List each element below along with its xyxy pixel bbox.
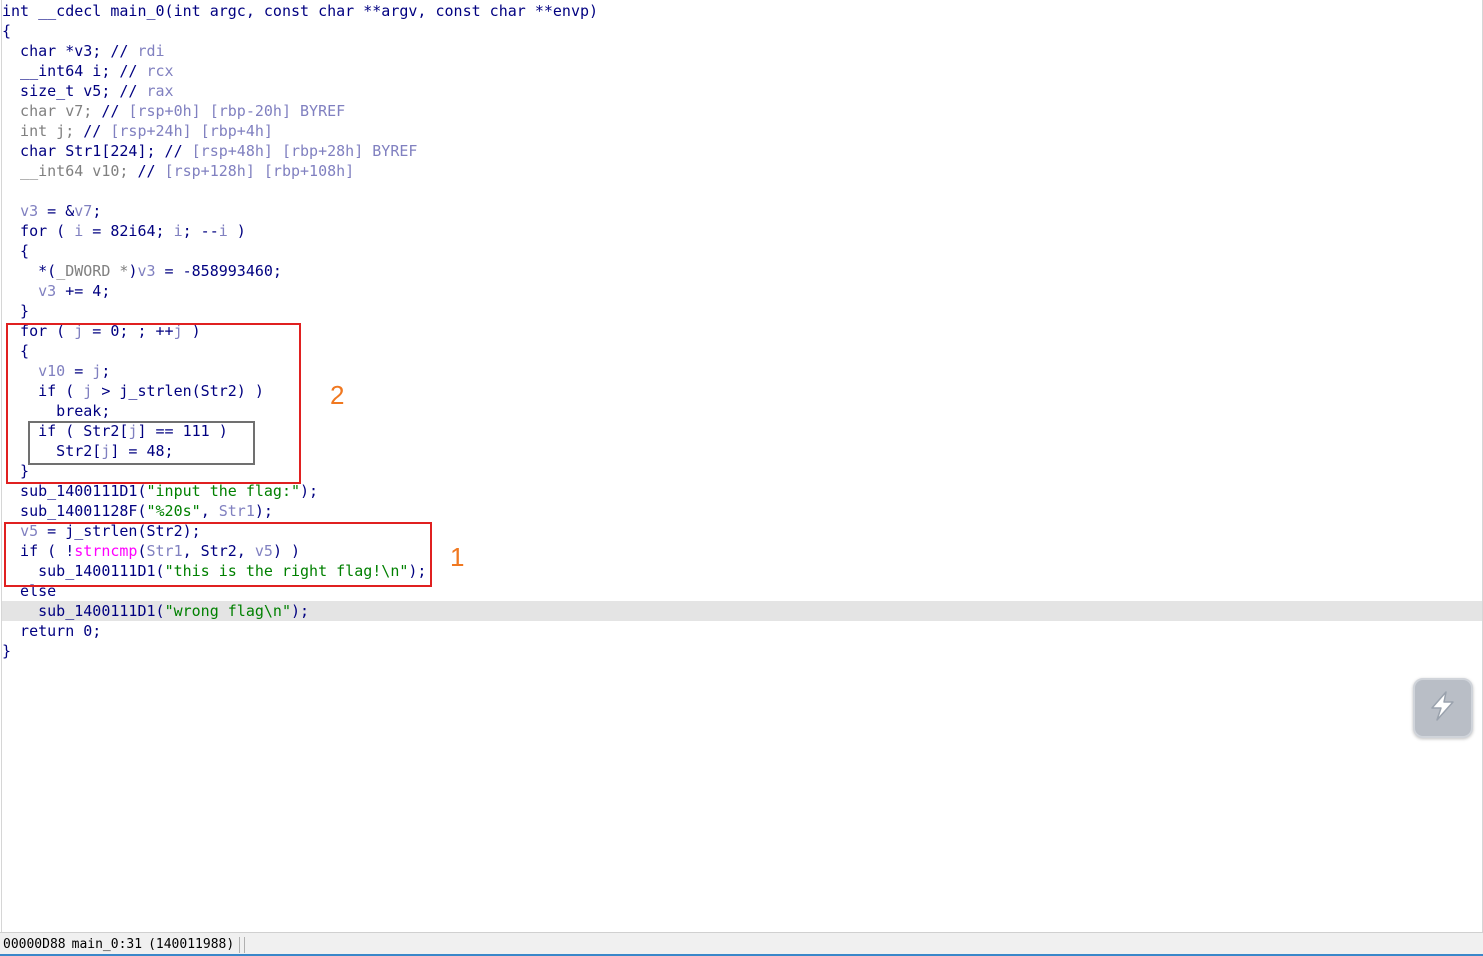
annotation-box-inner [28,421,255,465]
code-token: Str1 [218,502,255,520]
code-token: size_t v5; // [2,82,147,100]
code-token: int j; [2,122,84,140]
lightning-bolt-icon [1426,689,1460,727]
code-line[interactable]: size_t v5; // rax [2,81,1482,101]
code-line[interactable]: for ( i = 82i64; i; --i ) [2,221,1482,241]
code-token: sub_1400111D1( [2,482,147,500]
code-token: rax [146,82,174,100]
code-token: = & [38,202,75,220]
status-bar: 00000D88 main_0:31 (140011988) [0,932,1483,956]
code-token: *( [2,262,57,280]
code-token: for ( [2,222,75,240]
code-token: _DWORD * [56,262,129,280]
code-token: sub_1400111D1( [2,602,165,620]
floating-action-button[interactable] [1413,678,1473,738]
code-token: , [200,502,219,520]
code-line[interactable]: { [2,21,1482,41]
code-token: __int64 v10; [2,162,138,180]
code-token: v3 [20,202,39,220]
annotation-box-1 [4,522,432,587]
code-token: v3 [38,282,57,300]
code-token: "%20s" [146,502,201,520]
annotation-label-1: 1 [450,542,465,572]
code-token: v7 [74,202,93,220]
code-line[interactable]: __int64 i; // rcx [2,61,1482,81]
code-token: // [101,102,129,120]
code-line[interactable]: sub_1400111D1("input the flag:"); [2,481,1482,501]
annotation-label-2: 2 [330,380,345,410]
code-token: return 0; [2,622,102,640]
code-line[interactable]: int j; // [rsp+24h] [rbp+4h] [2,121,1482,141]
code-token: int __cdecl main_0(int argc, const char … [2,2,599,20]
code-token: sub_14001128F( [2,502,147,520]
code-token: // [137,162,165,180]
code-line[interactable]: char v7; // [rsp+0h] [rbp-20h] BYREF [2,101,1482,121]
code-token: __int64 i; // [2,62,147,80]
code-token: = -858993460; [155,262,282,280]
code-token: i [74,222,84,240]
code-line[interactable]: sub_14001128F("%20s", Str1); [2,501,1482,521]
code-token: "input the flag:" [146,482,301,500]
status-ea: (140011988) [148,936,235,952]
code-line[interactable]: return 0; [2,621,1482,641]
code-token: v3 [137,262,156,280]
code-line[interactable]: int __cdecl main_0(int argc, const char … [2,1,1482,21]
code-token: [rsp+48h] [rbp+28h] BYREF [191,142,418,160]
code-token: char v7; [2,102,102,120]
status-address: 00000D88 [3,936,66,952]
code-line[interactable]: v3 += 4; [2,281,1482,301]
code-line[interactable]: sub_1400111D1("wrong flag\n"); [2,601,1482,621]
code-line[interactable]: *(_DWORD *)v3 = -858993460; [2,261,1482,281]
code-line[interactable]: } [2,641,1482,661]
code-token: [rsp+0h] [rbp-20h] BYREF [128,102,346,120]
code-token: } [2,302,30,320]
code-token: ; [92,202,102,220]
code-line[interactable]: } [2,301,1482,321]
code-line[interactable]: char Str1[224]; // [rsp+48h] [rbp+28h] B… [2,141,1482,161]
code-token: // [83,122,111,140]
code-token: ); [300,482,319,500]
status-location: main_0:31 [71,936,143,952]
code-token: { [2,22,12,40]
code-token: i [173,222,183,240]
code-line[interactable]: v3 = &v7; [2,201,1482,221]
code-token: [rsp+128h] [rbp+108h] [164,162,355,180]
code-token: [rsp+24h] [rbp+4h] [110,122,273,140]
code-token: char Str1[224]; // [2,142,192,160]
code-token: rdi [137,42,165,60]
code-token: ) [227,222,246,240]
status-separator [239,936,241,953]
code-token: ; -- [182,222,219,240]
code-token: { [2,242,30,260]
code-token: = 82i64; [83,222,174,240]
code-line[interactable]: __int64 v10; // [rsp+128h] [rbp+108h] [2,161,1482,181]
code-line[interactable] [2,181,1482,201]
code-token: ); [291,602,310,620]
status-separator [244,936,246,953]
code-token: "wrong flag\n" [164,602,291,620]
code-token: rcx [146,62,174,80]
code-token: += 4; [56,282,111,300]
code-line[interactable]: char *v3; // rdi [2,41,1482,61]
code-token: i [218,222,228,240]
code-token: char *v3; // [2,42,138,60]
code-token: } [2,642,12,660]
code-token: ); [254,502,273,520]
code-line[interactable]: { [2,241,1482,261]
